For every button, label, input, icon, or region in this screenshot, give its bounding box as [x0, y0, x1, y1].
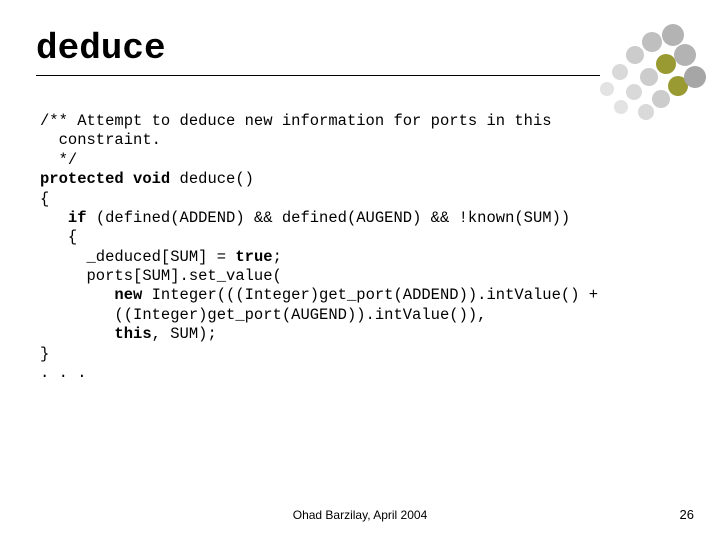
bubble-icon	[642, 32, 662, 52]
footer-text: Ohad Barzilay, April 2004	[0, 508, 720, 522]
bubble-icon	[600, 82, 614, 96]
bubble-icon	[656, 54, 676, 74]
bubble-icon	[674, 44, 696, 66]
bubble-icon	[612, 64, 628, 80]
code-keyword: protected void	[40, 170, 170, 188]
title-container: deduce	[36, 28, 600, 76]
slide: deduce /** Attempt to deduce new informa…	[0, 0, 720, 540]
bubble-icon	[626, 46, 644, 64]
code-text: , SUM);	[152, 325, 217, 343]
code-line: ports[SUM].set_value(	[40, 267, 282, 285]
bubble-icon	[684, 66, 706, 88]
code-line: {	[40, 228, 77, 246]
code-block: /** Attempt to deduce new information fo…	[40, 112, 688, 383]
code-text: ;	[273, 248, 282, 266]
code-line: /** Attempt to deduce new information fo…	[40, 112, 552, 130]
code-line: {	[40, 190, 49, 208]
code-keyword: if	[68, 209, 87, 227]
code-text: deduce()	[170, 170, 254, 188]
code-line: ((Integer)get_port(AUGEND)).intValue()),	[40, 306, 486, 324]
code-text	[40, 286, 114, 304]
bubble-icon	[640, 68, 658, 86]
code-line: */	[40, 151, 77, 169]
slide-title: deduce	[36, 28, 600, 69]
code-line: . . .	[40, 364, 87, 382]
code-keyword: true	[235, 248, 272, 266]
bubble-icon	[626, 84, 642, 100]
decorative-bubbles	[592, 12, 702, 122]
code-text	[40, 325, 114, 343]
code-keyword: new	[114, 286, 142, 304]
bubble-icon	[652, 90, 670, 108]
bubble-icon	[668, 76, 688, 96]
code-keyword: this	[114, 325, 151, 343]
code-line: constraint.	[40, 131, 161, 149]
code-text: (defined(ADDEND) && defined(AUGEND) && !…	[87, 209, 571, 227]
page-number: 26	[680, 507, 694, 522]
bubble-icon	[662, 24, 684, 46]
code-text: Integer(((Integer)get_port(ADDEND)).intV…	[142, 286, 598, 304]
code-text	[40, 209, 68, 227]
code-text: _deduced[SUM] =	[40, 248, 235, 266]
code-line: }	[40, 345, 49, 363]
